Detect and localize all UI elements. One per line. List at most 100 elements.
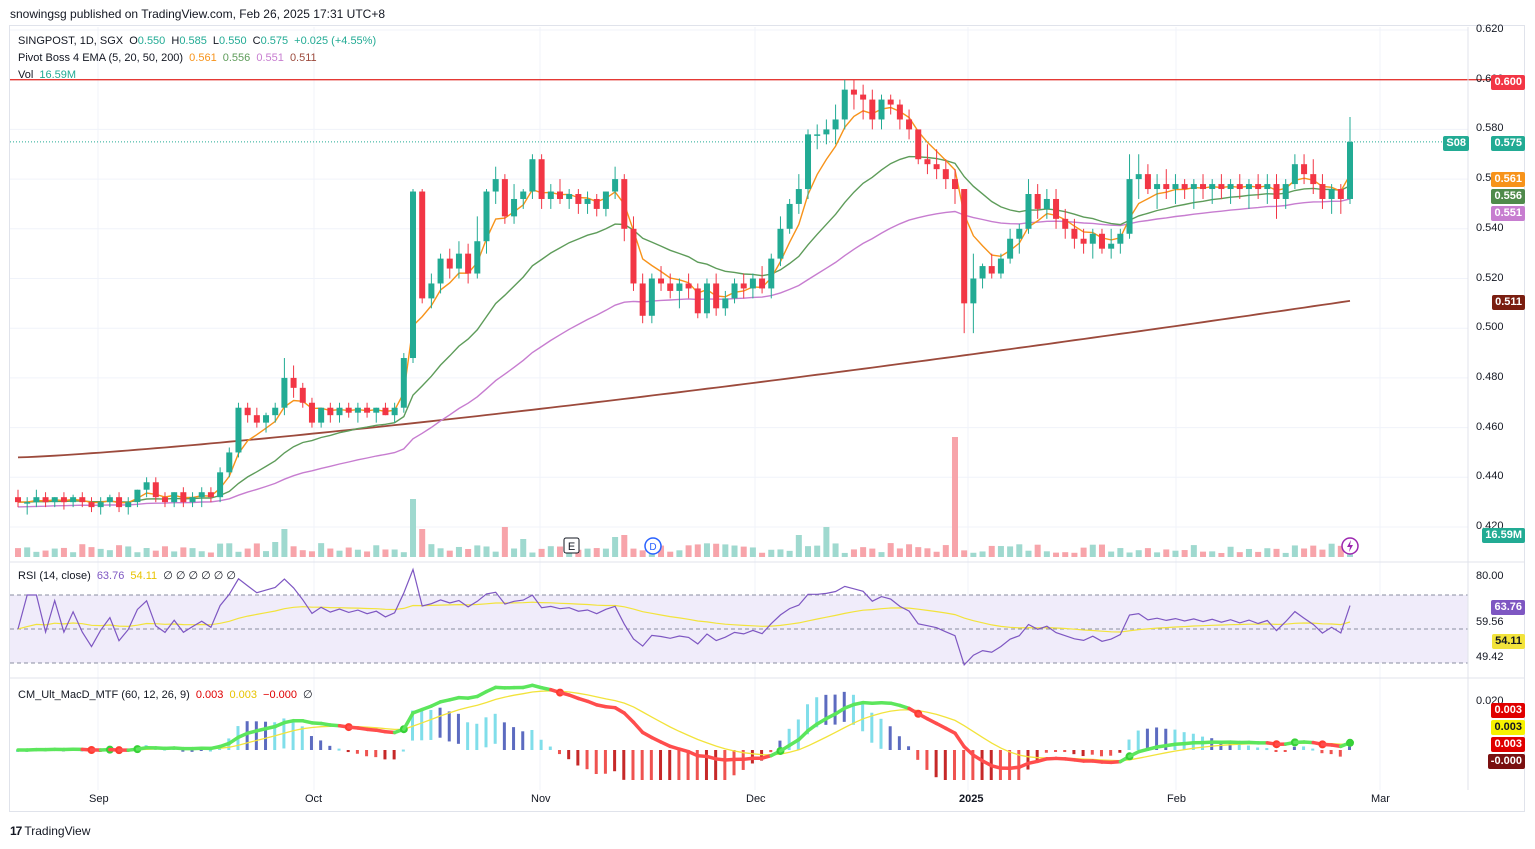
candle-body <box>1135 174 1142 180</box>
macd-histogram-bar <box>1026 750 1030 770</box>
macd-cross-dot <box>1346 738 1354 747</box>
macd-histogram-bar <box>539 739 543 750</box>
volume-bar <box>318 543 325 557</box>
chart-canvas[interactable]: ED <box>0 0 1535 849</box>
candle-body <box>749 278 756 289</box>
volume-bar <box>1190 545 1197 557</box>
ema50-price-label: 0.551 <box>1491 206 1525 221</box>
volume-bar <box>593 548 600 557</box>
candle-body <box>1264 184 1271 190</box>
candle-body <box>795 189 802 204</box>
volume-bar <box>805 546 812 557</box>
volume-bar <box>364 551 371 557</box>
volume-bar <box>1098 544 1105 557</box>
candle-body <box>556 191 563 199</box>
candle-body <box>768 258 775 289</box>
vol-legend-title[interactable]: Vol <box>18 69 33 81</box>
macd-histogram-bar <box>980 750 984 780</box>
time-tick: Sep <box>89 793 109 805</box>
candle-body <box>887 99 894 105</box>
macd-histogram-bar <box>851 694 855 725</box>
candle-body <box>226 452 233 473</box>
candle-body <box>1200 184 1207 190</box>
volume-bar <box>887 543 894 557</box>
volume-bar <box>759 552 766 557</box>
candle-body <box>529 159 536 192</box>
macd-legend-title[interactable]: CM_Ult_MacD_MTF (60, 12, 26, 9) <box>18 689 190 701</box>
macd-histogram-bar <box>447 711 451 742</box>
volume-bar <box>207 552 214 557</box>
macd-histogram-bar <box>916 750 920 760</box>
macd-histogram-bar <box>337 748 341 751</box>
candle-body <box>676 283 683 291</box>
candle-body <box>924 159 931 165</box>
candle-body <box>1144 174 1151 190</box>
rsi-legend-title[interactable]: RSI (14, close) <box>18 570 91 582</box>
volume-bar <box>1016 544 1023 557</box>
macd-histogram-bar <box>530 729 534 750</box>
legend-c-label: C <box>252 35 261 47</box>
macd-histogram-bar <box>1008 750 1012 780</box>
time-tick: Feb <box>1167 793 1186 805</box>
volume-bar <box>639 550 646 557</box>
candle-body <box>70 497 77 503</box>
legend-symbol[interactable]: SINGPOST, 1D, SGX <box>18 35 123 47</box>
tradingview-logo-icon: 17 <box>10 824 22 838</box>
macd-histogram-bar <box>521 731 525 750</box>
candle-body <box>942 169 949 180</box>
volume-bar <box>391 549 398 557</box>
macd-histogram-bar <box>833 694 837 725</box>
volume-bar <box>299 550 306 557</box>
candle-body <box>1245 184 1252 190</box>
candle-body <box>621 179 628 229</box>
volume-bar <box>336 550 343 557</box>
macd-histogram-bar <box>732 750 736 776</box>
volume-bar <box>547 546 554 557</box>
legend-high: 0.585 <box>179 35 207 47</box>
macd-line-segment <box>953 731 966 749</box>
candle-body <box>125 502 132 508</box>
ema200-value: 0.511 <box>289 52 317 64</box>
ema-legend-title[interactable]: Pivot Boss 4 EMA (5, 20, 50, 200) <box>18 52 183 64</box>
candle-body <box>593 198 600 209</box>
volume-bar <box>1117 548 1124 557</box>
macd-histogram-bar <box>925 750 929 770</box>
candle-body <box>970 278 977 304</box>
candle-body <box>79 497 86 503</box>
macd-histogram-bar <box>466 722 470 750</box>
candle-body <box>88 502 95 508</box>
volume-bar <box>694 544 701 557</box>
volume-bar <box>161 546 168 557</box>
candle-body <box>419 191 426 299</box>
macd-histogram-bar <box>420 710 424 741</box>
candle-body <box>869 99 876 120</box>
candle-body <box>951 179 958 190</box>
macd-histogram-bar <box>1118 750 1122 753</box>
macd-histogram-bar <box>686 750 690 780</box>
candle-body <box>446 258 453 269</box>
macd-histogram-bar <box>870 712 874 743</box>
macd-histogram-bar <box>1109 750 1113 756</box>
candle-body <box>1126 179 1133 234</box>
candle-body <box>786 203 793 229</box>
macd-histogram-bar <box>512 727 516 750</box>
macd-histogram-bar <box>861 701 865 732</box>
candle-body <box>1236 184 1243 190</box>
time-tick: Mar <box>1371 793 1390 805</box>
volume-bar <box>1218 552 1225 557</box>
macd-price-label-2: 0.003 <box>1491 720 1525 735</box>
macd-histogram-bar <box>319 740 323 750</box>
volume-bar <box>1108 551 1115 557</box>
macd-histogram-bar <box>264 721 268 750</box>
volume-bar <box>290 546 297 557</box>
time-tick: Oct <box>305 793 323 805</box>
macd-histogram-bar <box>1283 750 1287 752</box>
volume-bar <box>703 543 710 557</box>
tradingview-logo[interactable]: 17 TradingView <box>10 824 90 838</box>
rsi-legend-rest: ∅ ∅ ∅ ∅ ∅ ∅ <box>163 570 236 582</box>
candle-body <box>814 134 821 136</box>
volume-bar <box>722 544 729 557</box>
volume-bar <box>749 547 756 557</box>
rsi-tick: 80.00 <box>1476 570 1504 582</box>
candle-body <box>428 283 435 299</box>
